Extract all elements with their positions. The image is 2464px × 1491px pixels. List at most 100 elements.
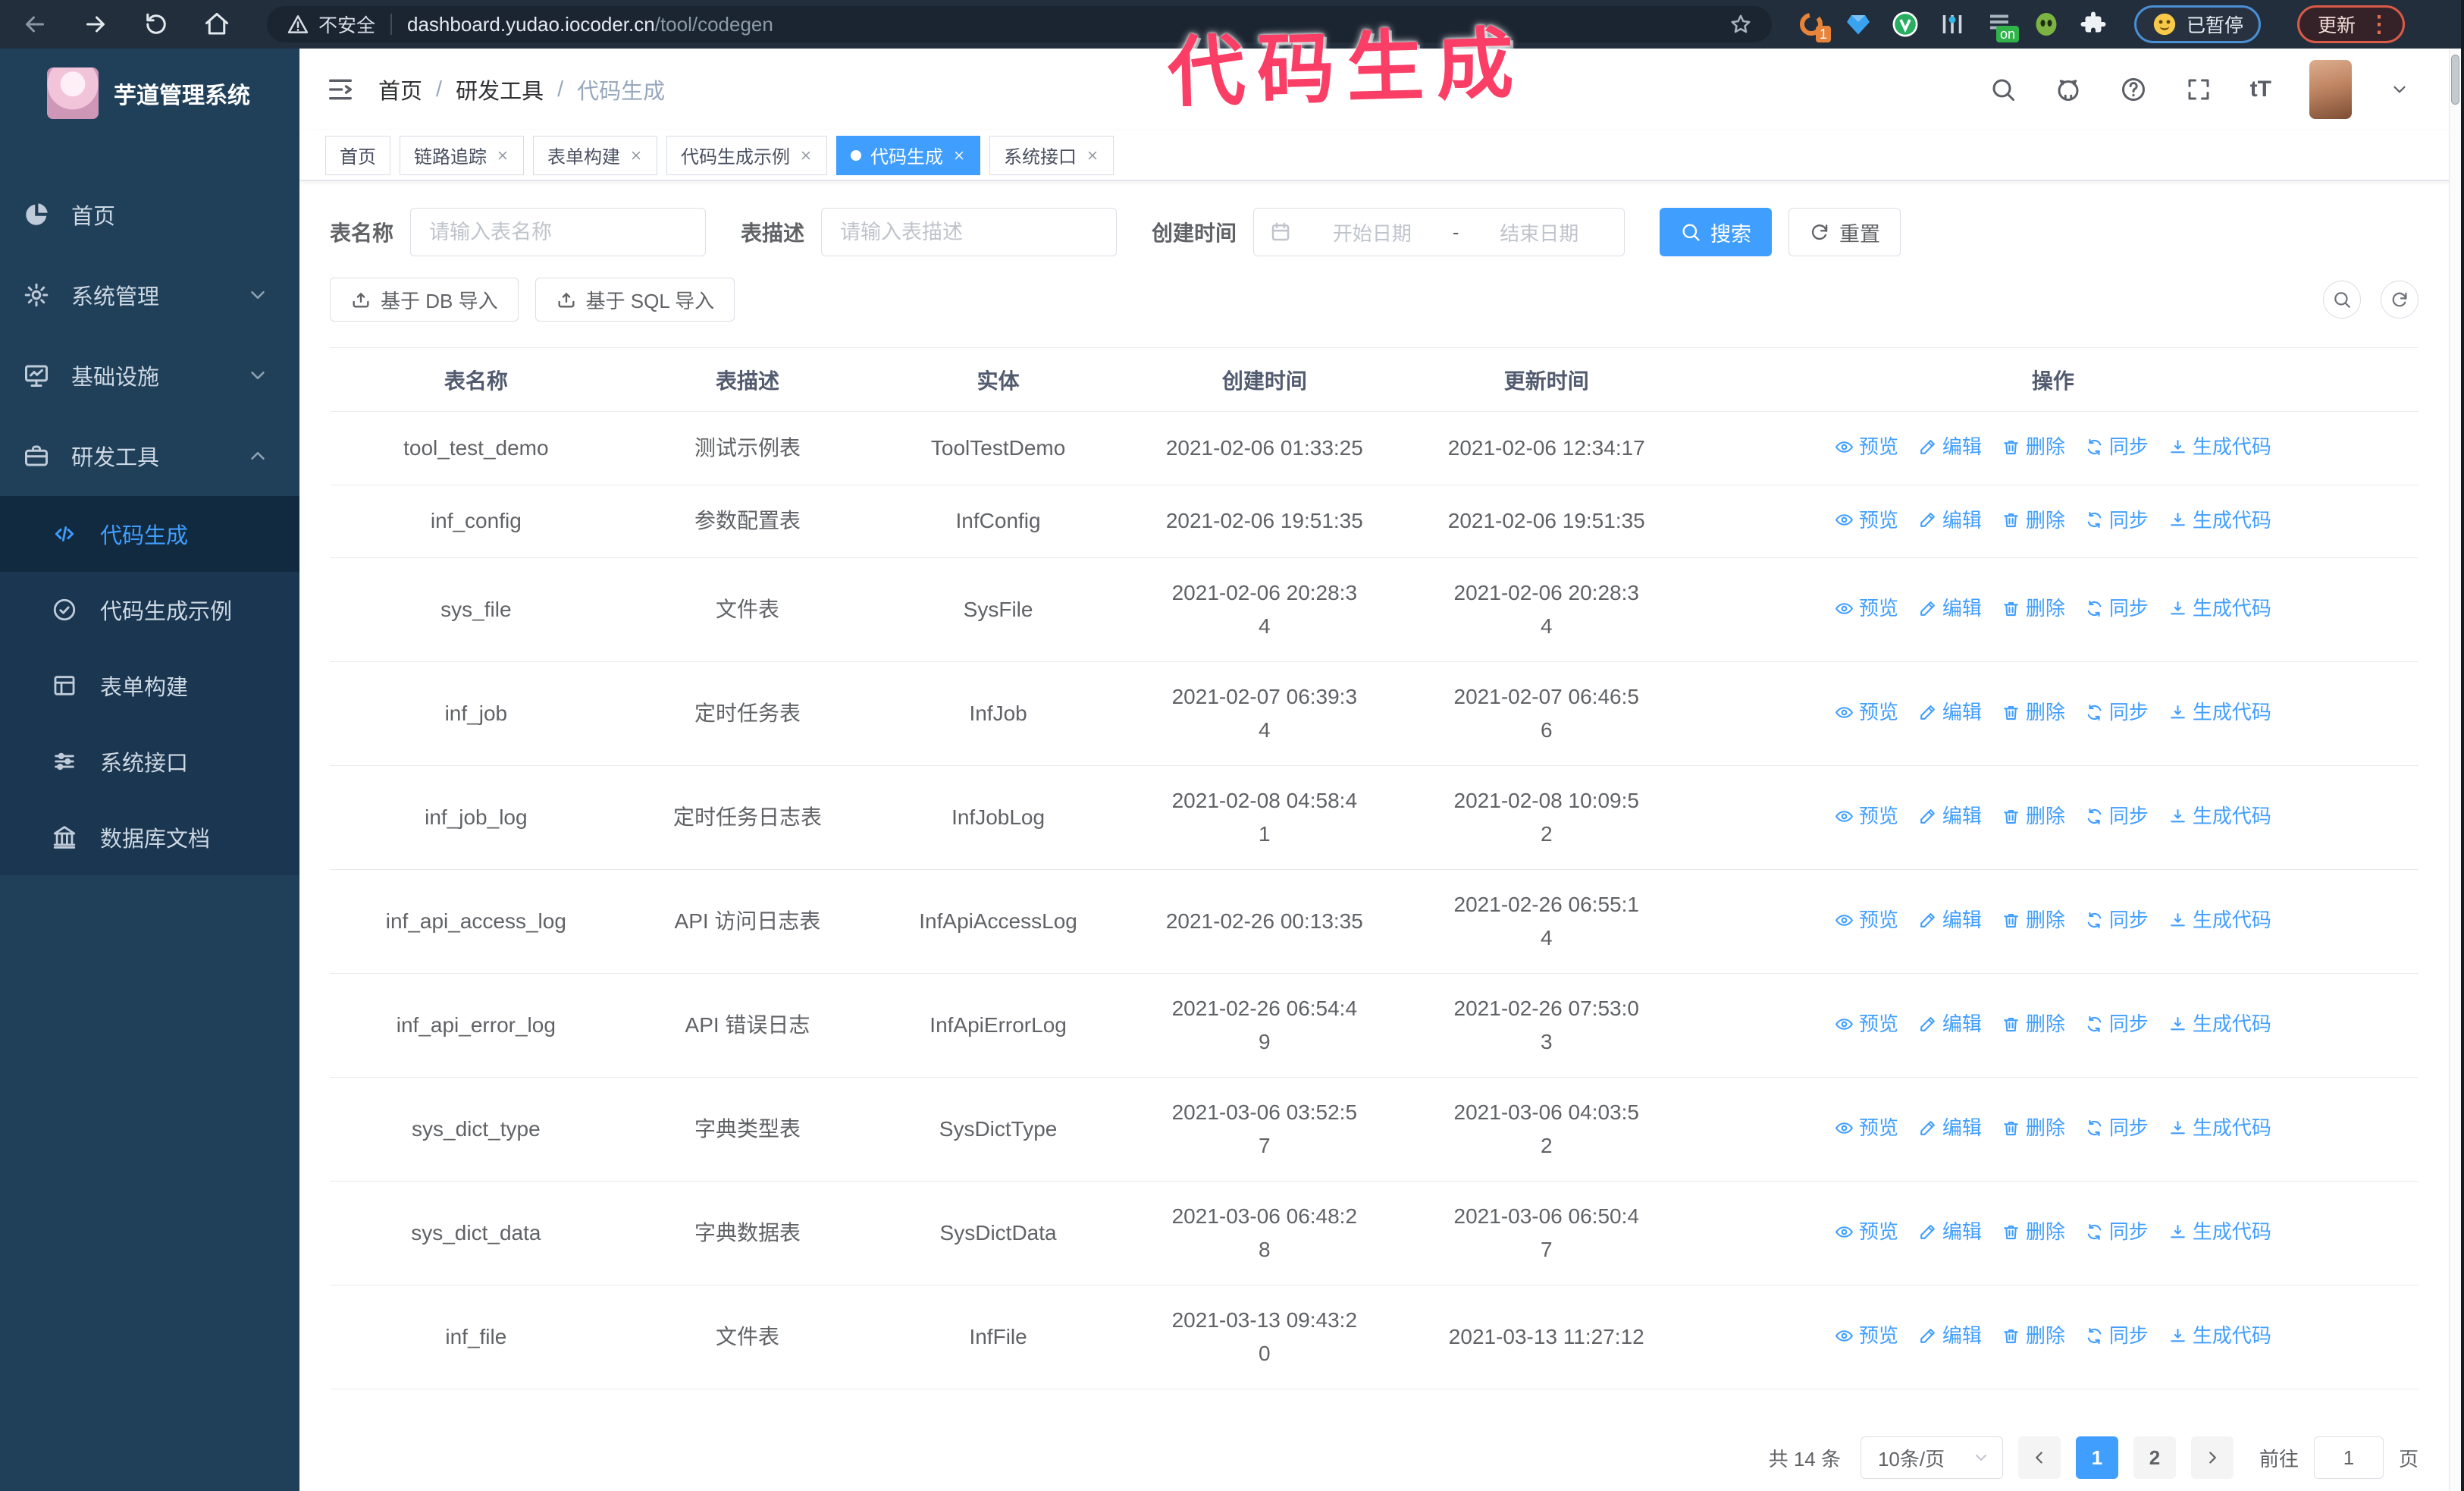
generate-code-link[interactable]: 生成代码 bbox=[2168, 695, 2271, 729]
search-icon[interactable] bbox=[1989, 76, 2017, 103]
tab-2[interactable]: 表单构建 bbox=[533, 135, 657, 175]
tab-1[interactable]: 链路追踪 bbox=[400, 135, 524, 175]
preview-link[interactable]: 预览 bbox=[1835, 592, 1898, 625]
edit-link[interactable]: 编辑 bbox=[1918, 695, 1982, 729]
delete-link[interactable]: 删除 bbox=[2002, 430, 2065, 463]
generate-code-link[interactable]: 生成代码 bbox=[2168, 1111, 2271, 1144]
sidebar-subitem-0[interactable]: 代码生成 bbox=[0, 496, 299, 572]
breadcrumb-item[interactable]: 首页 bbox=[378, 74, 422, 105]
generate-code-link[interactable]: 生成代码 bbox=[2168, 1319, 2271, 1352]
table-name-input[interactable] bbox=[410, 208, 707, 256]
edit-link[interactable]: 编辑 bbox=[1918, 504, 1982, 537]
delete-link[interactable]: 删除 bbox=[2002, 903, 2065, 937]
security-label[interactable]: 不安全 bbox=[318, 11, 375, 38]
scrollbar-thumb[interactable] bbox=[2451, 55, 2459, 105]
sync-link[interactable]: 同步 bbox=[2085, 1111, 2149, 1144]
preview-link[interactable]: 预览 bbox=[1835, 799, 1898, 833]
close-icon[interactable] bbox=[496, 149, 509, 162]
sync-link[interactable]: 同步 bbox=[2085, 1319, 2149, 1352]
toggle-search-button[interactable] bbox=[2323, 281, 2361, 319]
caret-down-icon[interactable] bbox=[2390, 80, 2409, 99]
sidebar-subitem-2[interactable]: 表单构建 bbox=[0, 648, 299, 724]
close-icon[interactable] bbox=[1086, 149, 1099, 162]
sync-link[interactable]: 同步 bbox=[2085, 1007, 2149, 1041]
sync-link[interactable]: 同步 bbox=[2085, 799, 2149, 833]
generate-code-link[interactable]: 生成代码 bbox=[2168, 592, 2271, 625]
next-page-button[interactable] bbox=[2190, 1436, 2234, 1479]
bookmark-star-icon[interactable] bbox=[1729, 13, 1752, 36]
edit-link[interactable]: 编辑 bbox=[1918, 430, 1982, 463]
preview-link[interactable]: 预览 bbox=[1835, 504, 1898, 537]
edit-link[interactable]: 编辑 bbox=[1918, 1007, 1982, 1041]
table-row[interactable]: inf_job 定时任务表 InfJob 2021-02-07 06:39:3 4 20… bbox=[330, 661, 2419, 766]
reset-button[interactable]: 重置 bbox=[1788, 208, 1901, 256]
sync-link[interactable]: 同步 bbox=[2085, 695, 2149, 729]
close-icon[interactable] bbox=[952, 149, 966, 162]
preview-link[interactable]: 预览 bbox=[1835, 695, 1898, 729]
preview-link[interactable]: 预览 bbox=[1835, 1215, 1898, 1248]
reload-icon[interactable] bbox=[143, 11, 170, 38]
search-button[interactable]: 搜索 bbox=[1660, 208, 1773, 256]
delete-link[interactable]: 删除 bbox=[2002, 1319, 2065, 1352]
delete-link[interactable]: 删除 bbox=[2002, 799, 2065, 833]
table-row[interactable]: sys_dict_data 字典数据表 SysDictData 2021-03-06 … bbox=[330, 1181, 2419, 1285]
tab-4[interactable]: 代码生成 bbox=[836, 135, 980, 175]
tab-0[interactable]: 首页 bbox=[325, 135, 390, 175]
tab-5[interactable]: 系统接口 bbox=[989, 135, 1114, 175]
user-avatar[interactable] bbox=[2309, 60, 2352, 120]
edit-link[interactable]: 编辑 bbox=[1918, 903, 1982, 937]
preview-link[interactable]: 预览 bbox=[1835, 1111, 1898, 1144]
generate-code-link[interactable]: 生成代码 bbox=[2168, 504, 2271, 537]
delete-link[interactable]: 删除 bbox=[2002, 1215, 2065, 1248]
refresh-table-button[interactable] bbox=[2381, 281, 2419, 319]
delete-link[interactable]: 删除 bbox=[2002, 592, 2065, 625]
delete-link[interactable]: 删除 bbox=[2002, 504, 2065, 537]
delete-link[interactable]: 删除 bbox=[2002, 1111, 2065, 1144]
table-row[interactable]: inf_config 参数配置表 InfConfig 2021-02-06 19:51… bbox=[330, 485, 2419, 558]
warning-icon[interactable] bbox=[287, 13, 309, 36]
edit-link[interactable]: 编辑 bbox=[1918, 1319, 1982, 1352]
table-row[interactable]: inf_job_log 定时任务日志表 InfJobLog 2021-02-08 04… bbox=[330, 765, 2419, 870]
edit-link[interactable]: 编辑 bbox=[1918, 799, 1982, 833]
generate-code-link[interactable]: 生成代码 bbox=[2168, 430, 2271, 463]
font-size-icon[interactable]: tT bbox=[2250, 77, 2271, 102]
forward-icon[interactable] bbox=[82, 11, 109, 38]
generate-code-link[interactable]: 生成代码 bbox=[2168, 1007, 2271, 1041]
extension-list-icon[interactable]: on bbox=[1986, 11, 2019, 42]
tab-3[interactable]: 代码生成示例 bbox=[666, 135, 827, 175]
breadcrumb-item[interactable]: 研发工具 bbox=[456, 74, 544, 105]
delete-link[interactable]: 删除 bbox=[2002, 695, 2065, 729]
kebab-menu-icon[interactable]: ⋮ bbox=[2368, 11, 2390, 38]
table-row[interactable]: inf_api_error_log API 错误日志 InfApiErrorLog 2… bbox=[330, 973, 2419, 1078]
sync-link[interactable]: 同步 bbox=[2085, 504, 2149, 537]
preview-link[interactable]: 预览 bbox=[1835, 1319, 1898, 1352]
update-button[interactable]: 更新 ⋮ bbox=[2297, 5, 2406, 43]
extension-ring-icon[interactable]: 1 bbox=[1798, 11, 1831, 42]
goto-page-input[interactable] bbox=[2313, 1436, 2384, 1479]
table-row[interactable]: sys_file 文件表 SysFile 2021-02-06 20:28:3 4 20… bbox=[330, 557, 2419, 662]
table-row[interactable]: tool_test_demo 测试示例表 ToolTestDemo 2021-02-0… bbox=[330, 411, 2419, 485]
sidebar-item-3[interactable]: 研发工具 bbox=[0, 416, 299, 496]
sidebar-item-2[interactable]: 基础设施 bbox=[0, 335, 299, 416]
sidebar-subitem-4[interactable]: 数据库文档 bbox=[0, 799, 299, 875]
date-range-picker[interactable]: 开始日期 - 结束日期 bbox=[1253, 208, 1625, 256]
table-desc-input[interactable] bbox=[821, 208, 1118, 256]
page-size-select[interactable]: 10条/页 bbox=[1860, 1436, 2003, 1479]
hamburger-icon[interactable] bbox=[325, 74, 356, 105]
scrollbar-track[interactable] bbox=[2449, 49, 2461, 1491]
close-icon[interactable] bbox=[799, 149, 813, 162]
github-icon[interactable] bbox=[2055, 76, 2082, 103]
sync-link[interactable]: 同步 bbox=[2085, 592, 2149, 625]
extension-shield-icon[interactable] bbox=[1892, 11, 1919, 38]
extension-sliders-icon[interactable] bbox=[1939, 11, 1966, 38]
table-row[interactable]: inf_file 文件表 InfFile 2021-03-13 09:43:2 0 20… bbox=[330, 1285, 2419, 1389]
fullscreen-icon[interactable] bbox=[2185, 76, 2212, 103]
prev-page-button[interactable] bbox=[2017, 1436, 2061, 1479]
home-icon[interactable] bbox=[203, 11, 230, 38]
page-button-1[interactable]: 1 bbox=[2075, 1436, 2118, 1479]
delete-link[interactable]: 删除 bbox=[2002, 1007, 2065, 1041]
help-icon[interactable] bbox=[2120, 76, 2147, 103]
table-row[interactable]: inf_api_access_log API 访问日志表 InfApiAccessL… bbox=[330, 869, 2419, 974]
preview-link[interactable]: 预览 bbox=[1835, 1007, 1898, 1041]
paused-badge[interactable]: 已暂停 bbox=[2134, 5, 2262, 43]
